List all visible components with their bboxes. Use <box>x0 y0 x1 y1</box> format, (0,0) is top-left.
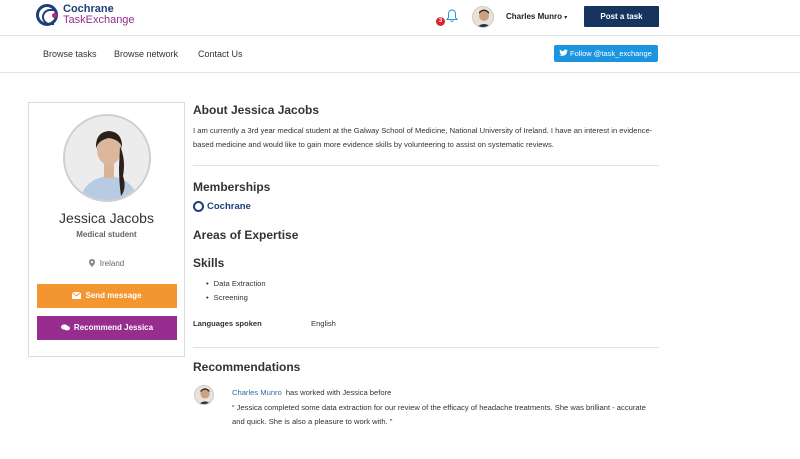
profile-location: Ireland <box>29 259 184 268</box>
send-message-label: Send message <box>85 291 142 300</box>
profile-name: Jessica Jacobs <box>59 210 154 226</box>
recommender-name-link[interactable]: Charles Munro <box>232 388 282 397</box>
user-avatar-icon <box>473 7 493 27</box>
recommendation-header: Charles Munro has worked with Jessica bef… <box>232 388 391 397</box>
skills-title: Skills <box>193 256 225 270</box>
about-title: About Jessica Jacobs <box>193 103 320 117</box>
nav-browse-network[interactable]: Browse network <box>114 49 178 59</box>
about-text: I am currently a 3rd year medical studen… <box>193 126 653 149</box>
recommendation-relation: has worked with Jessica before <box>285 388 392 397</box>
recommend-label: Recommend Jessica <box>73 323 154 332</box>
logo-line2: TaskExchange <box>63 14 135 26</box>
profile-card: Jessica Jacobs Medical student Ireland S… <box>28 102 185 357</box>
top-header: Cochrane TaskExchange 3 Charles Munro ▾ … <box>0 0 800 36</box>
nav-contact-us[interactable]: Contact Us <box>198 49 243 59</box>
notification-badge[interactable]: 3 <box>436 17 445 26</box>
profile-role: Medical student <box>76 230 137 239</box>
send-message-button[interactable]: Send message <box>37 284 177 308</box>
membership-cochrane[interactable]: Cochrane <box>193 201 251 212</box>
cochrane-taskexchange-logo[interactable]: Cochrane TaskExchange <box>36 4 135 26</box>
nav-browse-tasks[interactable]: Browse tasks <box>43 49 97 59</box>
twitter-follow-button[interactable]: Follow @task_exchange <box>554 45 658 62</box>
divider <box>193 165 659 166</box>
envelope-icon <box>72 292 82 299</box>
recommender-avatar[interactable] <box>194 385 214 405</box>
caret-down-icon: ▾ <box>564 15 568 21</box>
user-avatar[interactable] <box>472 6 494 28</box>
cochrane-logo-icon <box>36 4 58 26</box>
twitter-follow-label: Follow @task_exchange <box>570 49 652 58</box>
bell-icon[interactable] <box>446 9 458 23</box>
main-nav: Browse tasks Browse network Contact Us F… <box>0 36 800 73</box>
expertise-title: Areas of Expertise <box>193 228 299 242</box>
location-pin-icon <box>88 259 95 267</box>
recommendations-title: Recommendations <box>193 360 301 374</box>
languages-label: Languages spoken <box>193 319 262 328</box>
membership-org-name: Cochrane <box>207 201 251 212</box>
profile-location-text: Ireland <box>99 259 125 268</box>
post-task-button[interactable]: Post a task <box>584 6 659 27</box>
divider <box>193 347 659 348</box>
skills-list: Data Extraction Screening <box>206 277 266 305</box>
recommender-avatar-icon <box>195 386 213 404</box>
recommendation-quote: “ Jessica completed some data extraction… <box>232 403 646 426</box>
memberships-title: Memberships <box>193 180 271 194</box>
skill-item: Screening <box>206 291 266 305</box>
chat-bubbles-icon <box>60 324 70 331</box>
languages-value: English <box>311 319 336 328</box>
user-menu[interactable]: Charles Munro ▾ <box>506 12 567 21</box>
twitter-bird-icon <box>559 49 568 56</box>
cochrane-logo-icon <box>193 201 204 212</box>
skill-item: Data Extraction <box>206 277 266 291</box>
profile-photo <box>63 114 151 202</box>
profile-photo-image <box>65 116 149 200</box>
recommend-button[interactable]: Recommend Jessica <box>37 316 177 340</box>
user-name: Charles Munro <box>506 12 563 21</box>
